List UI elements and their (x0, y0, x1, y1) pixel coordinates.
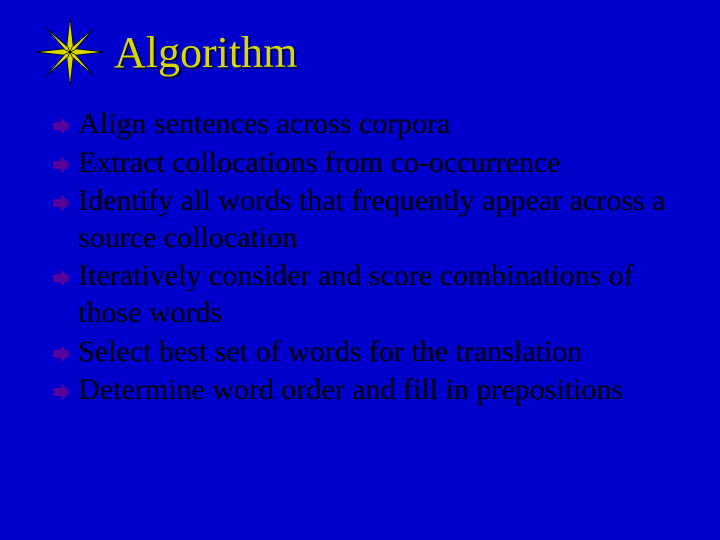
list-item: Iteratively consider and score combinati… (50, 258, 684, 331)
list-item: Identify all words that frequently appea… (50, 183, 684, 256)
bullet-text: Iteratively consider and score combinati… (78, 258, 684, 331)
hand-point-icon (50, 151, 72, 179)
bullet-list: Align sentences across corpora Extract c… (36, 106, 684, 409)
title-row: Algorithm (36, 18, 684, 86)
hand-point-icon (50, 189, 72, 217)
slide: Algorithm Align sentences across corpora… (0, 0, 720, 540)
list-item: Determine word order and fill in preposi… (50, 372, 684, 409)
list-item: Select best set of words for the transla… (50, 334, 684, 371)
hand-point-icon (50, 378, 72, 406)
hand-point-icon (50, 112, 72, 140)
list-item: Align sentences across corpora (50, 106, 684, 143)
bullet-text: Align sentences across corpora (78, 106, 684, 143)
hand-point-icon (50, 264, 72, 292)
starburst-icon (36, 18, 104, 86)
bullet-text: Select best set of words for the transla… (78, 334, 684, 371)
hand-point-icon (50, 340, 72, 368)
bullet-text: Identify all words that frequently appea… (78, 183, 684, 256)
bullet-text: Determine word order and fill in preposi… (78, 372, 684, 409)
slide-title: Algorithm (114, 27, 297, 78)
bullet-text: Extract collocations from co-occurrence (78, 145, 684, 182)
list-item: Extract collocations from co-occurrence (50, 145, 684, 182)
